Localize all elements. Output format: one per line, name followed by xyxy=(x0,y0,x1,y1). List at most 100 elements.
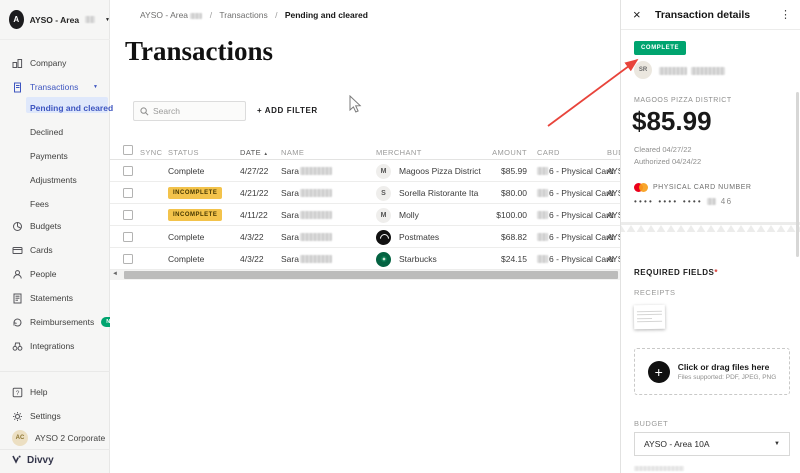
transaction-amount: $85.99 xyxy=(632,106,712,137)
required-asterisk: * xyxy=(714,268,718,277)
scrollbar-thumb[interactable] xyxy=(124,271,618,279)
sidebar-item-label: Transactions xyxy=(30,82,78,92)
sidebar-item-label: Pending and cleared xyxy=(30,103,113,113)
sidebar-item-label: Settings xyxy=(30,411,61,421)
search-icon xyxy=(140,107,149,116)
add-filter-button[interactable]: + ADD FILTER xyxy=(257,106,318,115)
row-checkbox[interactable] xyxy=(123,210,133,220)
breadcrumb: AYSO - Area / Transactions / Pending and… xyxy=(140,10,368,20)
company-icon xyxy=(12,58,23,69)
sidebar-item-people[interactable]: People xyxy=(0,266,110,282)
file-dropzone[interactable]: + Click or drag files here Files support… xyxy=(634,348,790,395)
card-number-masked: •••• •••• •••• 46 xyxy=(634,197,733,206)
sidebar: A AYSO - Area ▼ Company Transactions ▼ P… xyxy=(0,0,110,473)
card-cell: 6 - Physical Card xyxy=(537,248,614,270)
sidebar-item-label: Statements xyxy=(30,293,73,303)
column-header-date[interactable]: DATE ▲ xyxy=(240,148,268,157)
sidebar-item-org2[interactable]: AC AYSO 2 Corporate xyxy=(0,430,110,446)
merchant-avatar: M xyxy=(376,164,391,179)
sidebar-divider xyxy=(0,449,110,450)
horizontal-scrollbar[interactable]: ◄ xyxy=(110,270,620,280)
authorized-date: Authorized 04/24/22 xyxy=(634,157,701,166)
sidebar-item-fees[interactable]: Fees xyxy=(0,196,110,212)
sidebar-item-help[interactable]: ? Help xyxy=(0,384,110,400)
card-last-digits: 46 xyxy=(721,197,733,206)
sidebar-item-company[interactable]: Company xyxy=(0,55,110,71)
sidebar-item-label: Adjustments xyxy=(30,175,77,185)
column-header-merchant[interactable]: MERCHANT xyxy=(376,148,422,157)
breadcrumb-redacted xyxy=(190,13,202,19)
table-row[interactable]: Complete 4/3/22 Sara Starbucks $24.15 6 … xyxy=(110,248,620,270)
sidebar-item-cards[interactable]: Cards xyxy=(0,242,110,258)
sidebar-item-payments[interactable]: Payments xyxy=(0,148,110,164)
search-box[interactable] xyxy=(133,101,246,121)
kebab-menu-icon[interactable]: ⋮ xyxy=(780,8,791,21)
close-icon[interactable]: × xyxy=(633,8,641,21)
table-row[interactable]: INCOMPLETE 4/21/22 Sara SSorella Ristora… xyxy=(110,182,620,204)
table-row[interactable]: Complete 4/27/22 Sara MMagoos Pizza Dist… xyxy=(110,160,620,182)
row-checkbox[interactable] xyxy=(123,166,133,176)
receipt-thumbnail[interactable] xyxy=(634,305,665,330)
panel-scrollbar-thumb[interactable] xyxy=(796,92,799,257)
sidebar-item-label: Reimbursements xyxy=(30,317,94,327)
merchant-cell: MMolly xyxy=(376,204,419,226)
sidebar-item-budgets[interactable]: Budgets xyxy=(0,218,110,234)
page-title: Transactions xyxy=(125,36,273,67)
merchant-cell: Postmates xyxy=(376,226,439,248)
amount-cell: $100.00 xyxy=(455,204,527,226)
budget-label: BUDGET xyxy=(634,419,668,428)
statements-icon xyxy=(12,293,23,304)
budget-select[interactable]: AYSO - Area 10A ▼ xyxy=(634,432,790,456)
sidebar-item-reimbursements[interactable]: Reimbursements NEW xyxy=(0,314,110,330)
status-text: Complete xyxy=(168,226,204,248)
row-checkbox[interactable] xyxy=(123,188,133,198)
breadcrumb-transactions[interactable]: Transactions xyxy=(219,10,267,20)
search-input[interactable] xyxy=(153,106,233,116)
scroll-left-icon[interactable]: ◄ xyxy=(112,271,118,277)
sidebar-item-adjustments[interactable]: Adjustments xyxy=(0,172,110,188)
divvy-logo-icon xyxy=(12,455,22,466)
name-cell: Sara xyxy=(281,248,332,270)
table-row[interactable]: Complete 4/3/22 Sara Postmates $68.82 6 … xyxy=(110,226,620,248)
name-cell: Sara xyxy=(281,204,332,226)
sidebar-divider xyxy=(0,371,110,372)
budget-select-value: AYSO - Area 10A xyxy=(644,439,710,449)
budget-cell: AYSO xyxy=(607,160,620,182)
column-header-card[interactable]: CARD xyxy=(537,148,560,157)
cutoff-label-redacted xyxy=(634,466,684,471)
card-cell: 6 - Physical Card xyxy=(537,160,614,182)
column-header-status[interactable]: STATUS xyxy=(168,148,199,157)
sidebar-item-label: People xyxy=(30,269,56,279)
column-header-name[interactable]: NAME xyxy=(281,148,304,157)
column-header-sync[interactable]: SYNC xyxy=(140,148,162,157)
divvy-logo[interactable]: Divvy xyxy=(12,455,54,466)
amount-cell: $85.99 xyxy=(455,160,527,182)
sidebar-item-statements[interactable]: Statements xyxy=(0,290,110,306)
sidebar-item-transactions[interactable]: Transactions ▼ xyxy=(0,79,110,95)
sidebar-item-label: Declined xyxy=(30,127,63,137)
row-checkbox[interactable] xyxy=(123,232,133,242)
row-checkbox[interactable] xyxy=(123,254,133,264)
org-avatar: A xyxy=(9,10,24,29)
dropzone-subtitle: Files supported: PDF, JPEG, PNG xyxy=(678,374,777,381)
postmates-logo-icon xyxy=(376,230,391,245)
sidebar-item-declined[interactable]: Declined xyxy=(0,124,110,140)
sidebar-item-integrations[interactable]: Integrations xyxy=(0,338,110,354)
sidebar-item-settings[interactable]: Settings xyxy=(0,408,110,424)
user-name-redacted xyxy=(659,67,687,75)
main-content: AYSO - Area / Transactions / Pending and… xyxy=(110,0,620,473)
status-text: Complete xyxy=(168,248,204,270)
column-header-amount[interactable]: AMOUNT xyxy=(455,148,527,157)
merchant-avatar: M xyxy=(376,208,391,223)
date-cell: 4/21/22 xyxy=(240,182,268,204)
select-all-checkbox[interactable] xyxy=(123,145,133,155)
sidebar-item-pending-and-cleared[interactable]: Pending and cleared xyxy=(0,100,110,116)
merchant-name-label: MAGOOS PIZZA DISTRICT xyxy=(634,97,732,104)
sidebar-item-label: Integrations xyxy=(30,341,74,351)
breadcrumb-org[interactable]: AYSO - Area xyxy=(140,10,188,20)
amount-cell: $24.15 xyxy=(455,248,527,270)
column-header-budget[interactable]: BUDGET xyxy=(607,148,620,157)
table-row[interactable]: INCOMPLETE 4/11/22 Sara MMolly $100.00 6… xyxy=(110,204,620,226)
required-fields-label: REQUIRED FIELDS* xyxy=(634,268,718,277)
org-switcher[interactable]: A AYSO - Area ▼ xyxy=(0,0,110,40)
